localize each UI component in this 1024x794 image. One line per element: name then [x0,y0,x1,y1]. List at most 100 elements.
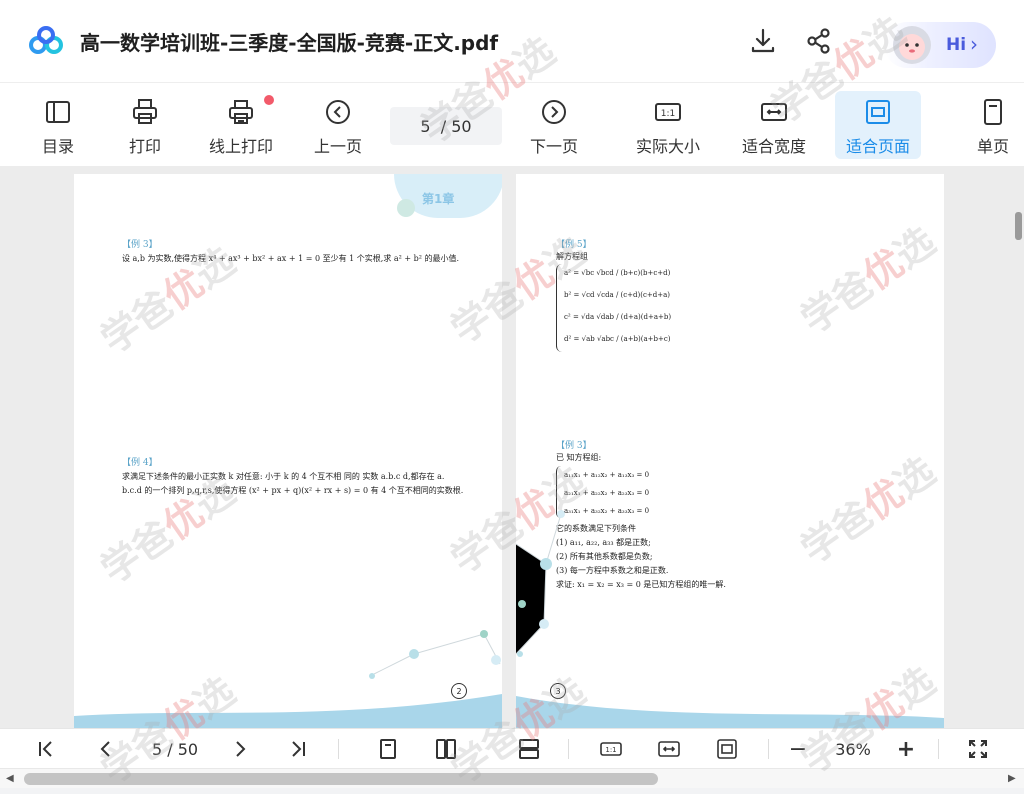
example-6-eq-3: a₃₁x₁ + a₃₂x₂ + a₃₃x₃ = 0 [564,507,650,515]
pdf-page-left: 第1章 【例 3】 设 a,b 为实数,使得方程 x⁴ + ax³ + bx² … [74,174,502,728]
scroll-left-icon[interactable]: ◀ [6,773,14,784]
next-page-icon [542,100,566,124]
printer-icon [133,99,157,124]
molecule-decoration-right-icon [516,510,565,657]
fit-page-label: 适合页面 [845,137,910,156]
current-page: 5 [420,116,431,136]
online-print-icon [229,100,253,124]
assistant-hi-button[interactable]: Hi › [884,22,996,68]
assistant-avatar-icon [893,26,931,64]
page-wave-decoration-right [516,696,944,728]
prev-page-small-button[interactable] [94,737,118,761]
example-6-intro: 已 知方程组: [556,453,602,462]
fit-width-small-button[interactable] [656,737,682,761]
example-6-eq-2: a₂₁x₁ + a₂₂x₂ + a₂₃x₃ = 0 [564,489,650,497]
single-page-icon [984,99,1002,125]
page-number-input[interactable]: 5 / 50 [390,107,502,145]
bottom-current-page: 5 [151,739,163,759]
first-page-button[interactable] [34,737,58,761]
scroll-right-icon[interactable]: ▶ [1008,773,1016,784]
single-page-view-icon [380,739,396,759]
molecule-decoration-icon [369,630,501,679]
chevron-right-icon: › [970,32,978,56]
continuous-view-button[interactable] [516,737,542,761]
example-5-intro: 解方程组 [556,252,588,261]
page-wave-decoration [74,694,502,728]
last-page-button[interactable] [286,737,310,761]
actual-size-small-button[interactable]: 1:1 [598,737,624,761]
print-label: 打印 [128,137,161,156]
prev-page-button[interactable]: 上一页 [306,91,370,159]
vertical-scrollbar-thumb[interactable] [1015,212,1022,240]
example-4-line-1: 求满足下述条件的最小正实数 k 对任意: 小于 k 的 4 个互不相 同的 实数… [122,472,445,481]
fit-width-label: 适合宽度 [741,137,806,156]
example-6-label: 【例 3】 [556,441,592,451]
two-page-view-icon [436,739,456,759]
last-page-icon [292,741,305,757]
example-5-eq-2: b² = √cd √cda / (c+d)(c+d+a) [564,291,671,299]
single-page-button[interactable]: 单页 [966,91,1020,159]
zoom-in-button[interactable]: + [894,737,918,762]
next-page-button[interactable]: 下一页 [522,91,586,159]
single-page-view-button[interactable] [376,737,400,761]
chevron-left-icon [100,741,110,757]
document-title: 高一数学培训班-三季度-全国版-竞赛-正文.pdf [80,31,499,55]
example-6-eq-1: a₁₁x₁ + a₁₂x₂ + a₁₃x₃ = 0 [564,471,650,479]
example-3-label: 【例 3】 [122,240,158,250]
bottom-navigation-bar: 5 / 50 1:1 − 36% + [0,728,1024,768]
example-5-eq-3: c² = √da √dab / (d+a)(d+a+b) [564,313,672,321]
fit-page-small-button[interactable] [714,737,740,761]
fit-width-icon [761,103,787,121]
fit-width-button[interactable]: 适合宽度 [732,91,816,159]
continuous-view-icon [519,739,539,759]
total-pages: / 50 [440,116,472,136]
bottom-page-indicator[interactable]: 5 / 50 [140,737,210,761]
fullscreen-button[interactable] [966,737,990,761]
actual-size-icon: 1:1 [655,103,681,121]
page-number-left: 2 [451,683,467,699]
chevron-right-small-icon [236,741,246,757]
toc-icon [46,101,70,123]
document-viewer[interactable]: 第1章 【例 3】 设 a,b 为实数,使得方程 x⁴ + ax³ + bx² … [0,166,1024,728]
example-5-eq-4: d² = √ab √abc / (a+b)(a+b+c) [564,335,671,343]
example-5-eq-1: a² = √bc √bcd / (b+c)(b+c+d) [564,269,671,277]
download-icon[interactable] [748,26,778,56]
share-icon[interactable] [804,26,834,56]
divider [568,739,569,759]
fullscreen-icon [969,740,987,758]
horizontal-scrollbar-thumb[interactable] [24,773,658,785]
bottom-total-pages: / 50 [167,739,199,759]
prev-page-label: 上一页 [313,137,362,156]
print-button[interactable]: 打印 [115,91,175,159]
app-logo-icon [29,26,63,54]
toc-label: 目录 [41,137,74,156]
page-number-right: 3 [550,683,566,699]
actual-size-label: 实际大小 [635,137,700,156]
zoom-level[interactable]: 36% [830,737,876,761]
fit-page-button[interactable]: 适合页面 [835,91,921,159]
next-page-label: 下一页 [529,137,578,156]
online-print-label: 线上打印 [208,137,273,156]
divider [938,739,939,759]
divider [768,739,769,759]
title-bar: 高一数学培训班-三季度-全国版-竞赛-正文.pdf Hi › [0,0,1024,82]
actual-size-button[interactable]: 1:1 实际大小 [628,91,708,159]
svg-text:1:1: 1:1 [605,746,616,754]
example-4-line-2: b.c.d 的一个排列 p,q,r,s,使得方程 (x² + px + q)(x… [122,486,464,495]
brace-icon [556,264,564,352]
prev-page-icon [326,100,350,124]
fit-page-icon [866,100,890,124]
zoom-out-button[interactable]: − [786,737,810,762]
hi-label: Hi [946,35,967,55]
fit-page-small-icon [717,739,737,759]
toc-button[interactable]: 目录 [28,91,88,159]
actual-size-small-icon: 1:1 [600,742,622,756]
example-4-label: 【例 4】 [122,458,158,468]
toolbar: 目录 打印 线上打印 上一页 5 / 50 下一页 1:1 实际大小 适合宽度 … [0,82,1024,166]
horizontal-scrollbar[interactable]: ◀ ▶ [0,768,1024,788]
example-6-goal: 求证: x₁ = x₂ = x₃ = 0 是已知方程组的唯一解. [556,580,726,589]
two-page-view-button[interactable] [434,737,458,761]
divider [338,739,339,759]
next-page-small-button[interactable] [228,737,252,761]
example-5-label: 【例 5】 [556,240,592,250]
